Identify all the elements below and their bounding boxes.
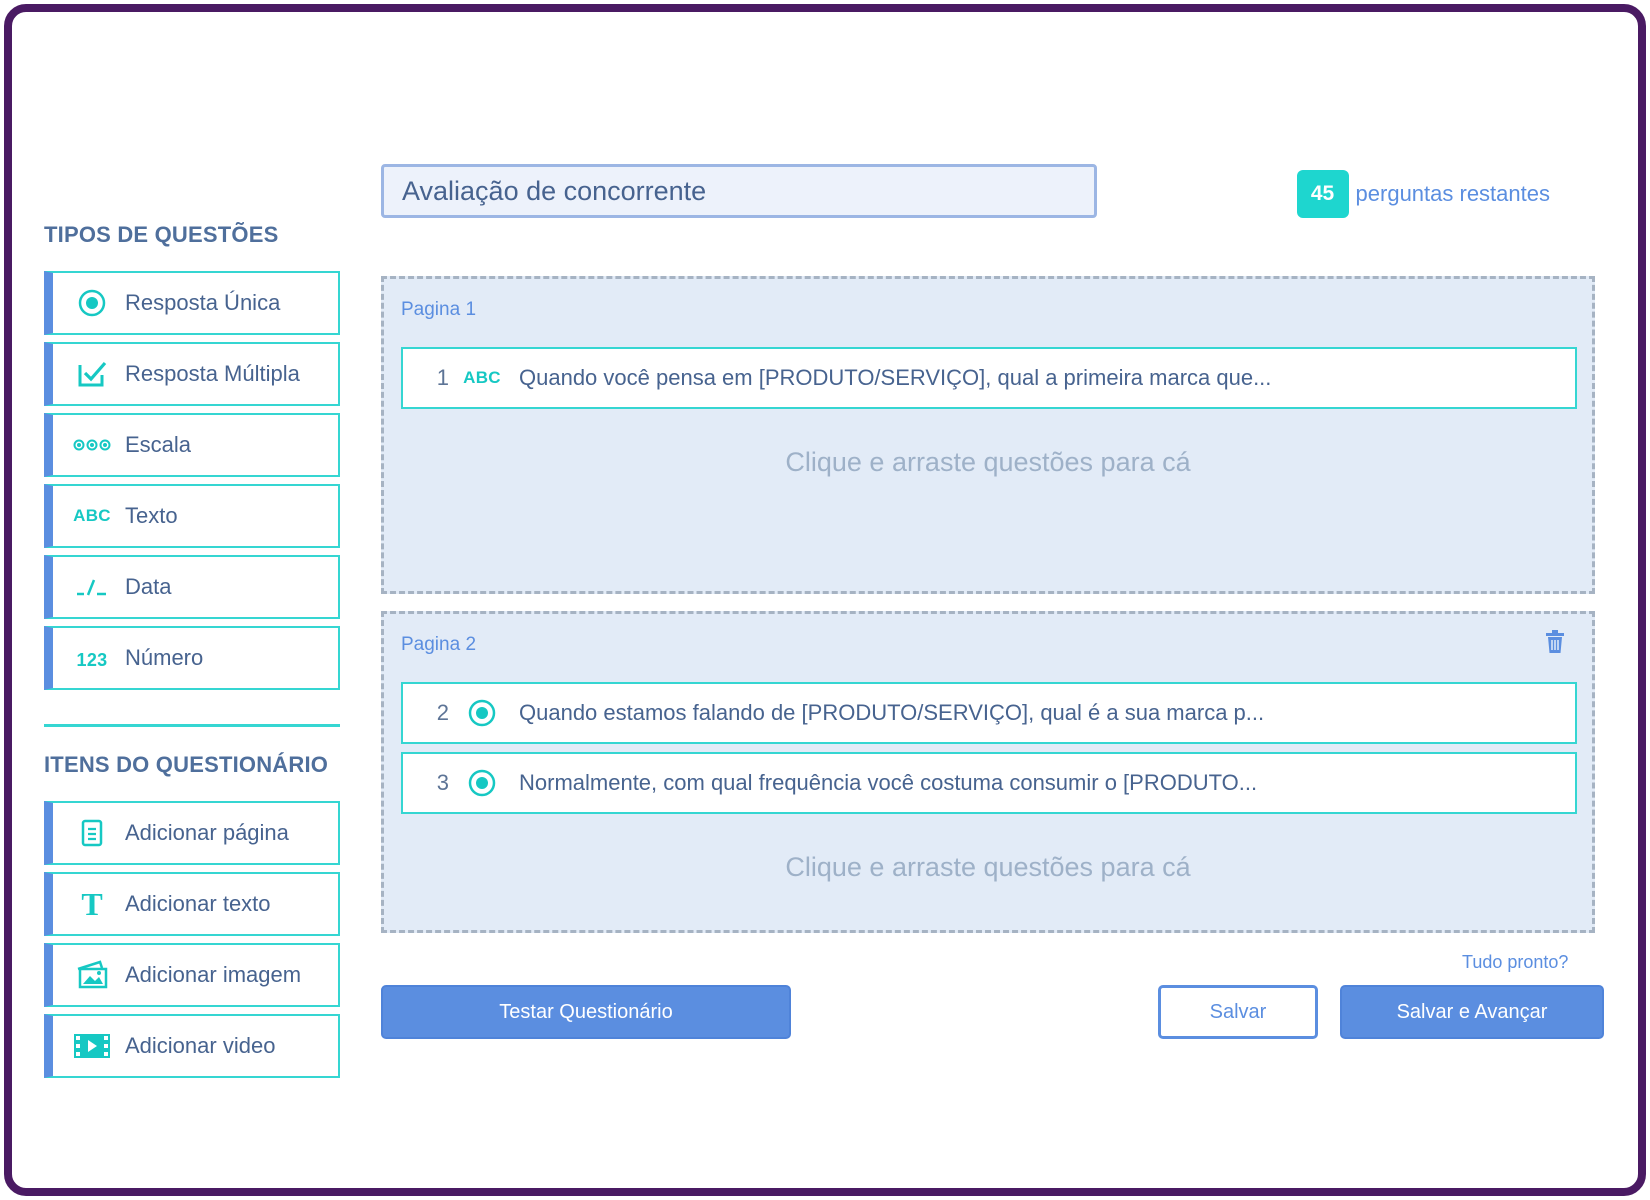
add-text-label: Adicionar texto — [125, 891, 271, 916]
question-type-number[interactable]: 123 Número — [44, 626, 340, 690]
question-type-date[interactable]: Data — [44, 555, 340, 619]
question-type-text[interactable]: ABC Texto — [44, 484, 340, 548]
page-label: Pagina 2 — [401, 634, 477, 655]
remaining-questions: 45 perguntas restantes — [1296, 170, 1550, 218]
trash-icon[interactable] — [1544, 630, 1566, 659]
video-icon — [71, 1033, 113, 1059]
add-video-label: Adicionar video — [125, 1033, 276, 1058]
add-image-label: Adicionar imagem — [125, 962, 302, 987]
question-types-title: TIPOS DE QUESTÕES — [44, 222, 279, 247]
save-button[interactable]: Salvar — [1158, 985, 1318, 1039]
question-type-single-answer[interactable]: Resposta Única — [44, 271, 340, 335]
remaining-count-badge: 45 — [1296, 170, 1349, 218]
remaining-label: perguntas restantes — [1355, 181, 1550, 206]
radio-icon — [71, 288, 113, 318]
sidebar-divider — [44, 724, 340, 727]
add-video-button[interactable]: Adicionar video — [44, 1014, 340, 1078]
question-type-scale[interactable]: Escala — [44, 413, 340, 477]
drop-hint: Clique e arraste questões para cá — [785, 447, 1191, 477]
abc-icon: ABC — [73, 506, 111, 525]
date-icon — [71, 577, 113, 597]
scale-icon — [71, 438, 113, 452]
question-text: Quando você pensa em [PRODUTO/SERVIÇO], … — [519, 365, 1272, 390]
text-icon: T — [81, 885, 103, 922]
question-number: 1 — [436, 365, 449, 390]
number-icon: 123 — [76, 649, 108, 670]
question-type-label: Texto — [125, 503, 178, 528]
radio-icon — [457, 698, 507, 728]
ready-text: Tudo pronto? — [1462, 952, 1569, 972]
radio-icon — [457, 768, 507, 798]
question-number: 3 — [436, 770, 449, 795]
add-image-button[interactable]: Adicionar imagem — [44, 943, 340, 1007]
page-1-dropzone[interactable]: Pagina 1 1 ABC Quando você pensa em [PRO… — [381, 276, 1595, 594]
page-label: Pagina 1 — [401, 299, 477, 320]
add-page-button[interactable]: Adicionar página — [44, 801, 340, 865]
question-type-label: Escala — [125, 432, 192, 457]
survey-title-input[interactable] — [381, 164, 1097, 218]
questionnaire-items-title: ITENS DO QUESTIONÁRIO — [44, 752, 329, 777]
page-2-dropzone[interactable]: Pagina 2 2 Quando estamos falando de [PR… — [381, 611, 1595, 933]
checkbox-icon — [71, 359, 113, 389]
abc-icon: ABC — [463, 368, 501, 387]
page-icon — [71, 818, 113, 848]
question-type-label: Resposta Múltipla — [125, 361, 300, 386]
question-type-label: Resposta Única — [125, 290, 281, 315]
image-icon — [71, 960, 113, 990]
question-text: Normalmente, com qual frequência você co… — [519, 770, 1258, 795]
question-number: 2 — [436, 700, 449, 725]
add-page-label: Adicionar página — [125, 820, 289, 845]
question-type-label: Número — [125, 645, 204, 670]
question-item[interactable]: 3 Normalmente, com qual frequência você … — [401, 752, 1577, 814]
question-type-multiple-answer[interactable]: Resposta Múltipla — [44, 342, 340, 406]
question-item[interactable]: 1 ABC Quando você pensa em [PRODUTO/SERV… — [401, 347, 1577, 409]
add-text-button[interactable]: T Adicionar texto — [44, 872, 340, 936]
save-and-next-button[interactable]: Salvar e Avançar — [1340, 985, 1604, 1039]
drop-hint: Clique e arraste questões para cá — [785, 852, 1191, 882]
question-text: Quando estamos falando de [PRODUTO/SERVI… — [519, 700, 1265, 725]
test-questionnaire-button[interactable]: Testar Questionário — [381, 985, 791, 1039]
question-item[interactable]: 2 Quando estamos falando de [PRODUTO/SER… — [401, 682, 1577, 744]
question-type-label: Data — [125, 574, 172, 599]
